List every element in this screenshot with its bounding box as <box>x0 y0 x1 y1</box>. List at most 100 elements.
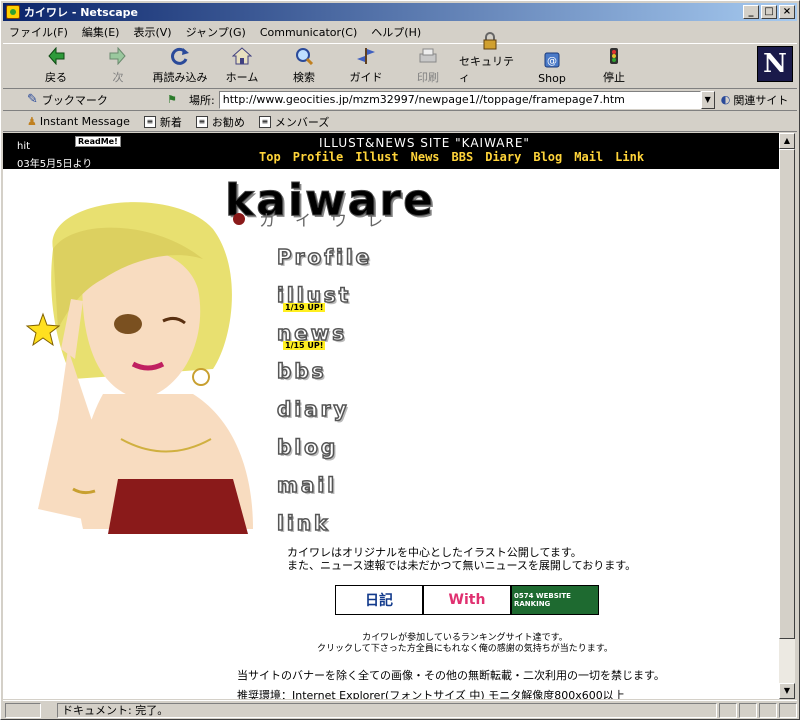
back-arrow-icon <box>45 46 67 66</box>
menu-go[interactable]: ジャンプ(G) <box>186 24 246 40</box>
component-bar-icon[interactable] <box>759 702 777 718</box>
page-icon: ≡ <box>143 115 156 128</box>
bookmarks-button[interactable]: ✎ ブックマーク <box>27 92 167 108</box>
stop-button[interactable]: 停止 <box>583 44 645 88</box>
maximize-button[interactable]: □ <box>761 5 777 19</box>
menu-mail[interactable]: mail <box>276 472 372 511</box>
location-bar: ✎ ブックマーク ⚑ 場所: http://www.geocities.jp/m… <box>3 89 797 111</box>
search-icon <box>293 46 315 66</box>
personal-toolbar: ♟ Instant Message ≡ 新着 ≡ お勧め ≡ メンバーズ <box>3 112 797 132</box>
security-status-icon[interactable] <box>719 702 737 718</box>
menu-view[interactable]: 表示(V) <box>133 24 171 40</box>
svg-text:@: @ <box>547 56 557 67</box>
navigation-toolbar: 戻る 次 再読み込み ホーム 検索 ガイド 印刷 セキュリティ @ Shop 停… <box>3 32 797 89</box>
site-title: ILLUST&NEWS SITE "KAIWARE" <box>319 136 530 150</box>
print-button[interactable]: 印刷 <box>397 44 459 88</box>
search-button[interactable]: 検索 <box>273 44 335 88</box>
forward-arrow-icon <box>107 46 129 66</box>
scroll-up-button[interactable]: ▲ <box>779 133 795 149</box>
whats-new-link[interactable]: ≡ 新着 <box>143 114 182 130</box>
menu-link[interactable]: link <box>276 510 372 549</box>
vertical-scrollbar[interactable]: ▲ ▼ <box>779 133 795 699</box>
nav-news[interactable]: News <box>411 150 440 164</box>
menu-file[interactable]: ファイル(F) <box>9 24 68 40</box>
printer-icon <box>417 46 439 66</box>
menu-help[interactable]: ヘルプ(H) <box>371 24 421 40</box>
connection-icon <box>5 702 41 718</box>
page-content: hit ReadMe! 03年5月5日より ILLUST&NEWS SITE "… <box>3 133 779 699</box>
intro-line-1: カイワレはオリジナルを中心としたイラスト公開してます。 <box>287 546 582 559</box>
back-button[interactable]: 戻る <box>25 44 87 88</box>
guide-button[interactable]: ガイド <box>335 44 397 88</box>
counter-since: 03年5月5日より <box>17 159 93 170</box>
ranking-note-line-1: カイワレが参加しているランキングサイト達です。 <box>362 633 568 643</box>
nav-profile[interactable]: Profile <box>293 150 344 164</box>
menu-communicator[interactable]: Communicator(C) <box>260 26 357 39</box>
url-dropdown-button[interactable]: ▼ <box>700 90 715 109</box>
recommended-link[interactable]: ≡ お勧め <box>195 114 245 130</box>
site-intro: カイワレはオリジナルを中心としたイラスト公開してます。 また、ニュース速報では未… <box>287 546 636 572</box>
nav-diary[interactable]: Diary <box>485 150 521 164</box>
nav-top[interactable]: Top <box>259 150 281 164</box>
minimize-button[interactable]: _ <box>743 5 759 19</box>
with-ranking-banner[interactable]: With <box>423 585 511 615</box>
scroll-thumb[interactable] <box>779 149 795 639</box>
reload-icon <box>169 46 191 66</box>
ranking-note: カイワレが参加しているランキングサイト達です。 クリックして下さった方全員にもれ… <box>317 633 613 655</box>
status-bar: ドキュメント: 完了。 <box>3 700 797 719</box>
diary-ranking-banner[interactable]: 日記 <box>335 585 423 615</box>
readme-link[interactable]: ReadMe! <box>75 136 121 147</box>
forward-button[interactable]: 次 <box>87 44 149 88</box>
home-button[interactable]: ホーム <box>211 44 273 88</box>
ranking-banners: 日記 With 0574 WEBSITE RANKING <box>335 585 599 615</box>
page-icon: ≡ <box>195 115 208 128</box>
menu-profile[interactable]: Profile <box>276 244 372 283</box>
nav-illust[interactable]: Illust <box>355 150 398 164</box>
ranking-note-line-2: クリックして下さった方全員にもれなく俺の感謝の気持ちが当たります。 <box>317 644 613 654</box>
menu-bar: ファイル(F) 編集(E) 表示(V) ジャンプ(G) Communicator… <box>3 22 797 42</box>
page-proxy-icon[interactable]: ⚑ <box>167 93 183 106</box>
status-text: ドキュメント: 完了。 <box>57 702 717 718</box>
nav-mail[interactable]: Mail <box>574 150 603 164</box>
hit-counter-label: hit <box>17 141 31 152</box>
location-label: 場所: <box>189 93 215 107</box>
header-frame: hit ReadMe! 03年5月5日より ILLUST&NEWS SITE "… <box>3 133 779 170</box>
title-bar: カイワレ - Netscape _ □ × <box>3 3 797 21</box>
site-logo-kana: カイワレ <box>259 211 404 230</box>
stop-icon <box>603 46 625 66</box>
url-field[interactable]: http://www.geocities.jp/mzm32997/newpage… <box>218 90 701 109</box>
site-nav: Top Profile Illust News BBS Diary Blog M… <box>259 150 656 164</box>
menu-bbs[interactable]: bbs <box>276 358 372 397</box>
security-button[interactable]: セキュリティ <box>459 32 521 88</box>
website-ranking-banner[interactable]: 0574 WEBSITE RANKING <box>511 585 599 615</box>
recommended-environment: 推奨環境：Internet Explorer(フォントサイズ 中) モニタ解像度… <box>237 689 625 699</box>
netscape-logo[interactable]: N <box>757 46 793 82</box>
nav-blog[interactable]: Blog <box>533 150 562 164</box>
menu-news[interactable]: news 1/15 UP! <box>276 320 372 359</box>
nav-link[interactable]: Link <box>615 150 644 164</box>
person-icon: ♟ <box>27 115 37 128</box>
members-link[interactable]: ≡ メンバーズ <box>258 114 329 130</box>
shop-button[interactable]: @ Shop <box>521 44 583 88</box>
scroll-down-button[interactable]: ▼ <box>779 683 795 699</box>
close-button[interactable]: × <box>779 5 795 19</box>
related-sites-icon: ◐ <box>720 93 731 106</box>
update-badge: 1/15 UP! <box>283 341 326 350</box>
nav-bbs[interactable]: BBS <box>452 150 474 164</box>
lock-icon <box>479 32 501 50</box>
illust-menu: Profile illust 1/19 UP! news 1/15 UP! bbs … <box>276 244 372 549</box>
mail-status-icon[interactable] <box>739 702 757 718</box>
menu-diary[interactable]: diary <box>276 396 372 435</box>
related-sites-button[interactable]: 関連サイト <box>733 92 788 108</box>
menu-blog[interactable]: blog <box>276 434 372 473</box>
reload-button[interactable]: 再読み込み <box>149 44 211 88</box>
character-illustration <box>25 202 253 534</box>
guide-icon <box>355 46 377 66</box>
page-icon: ≡ <box>258 115 271 128</box>
menu-illust[interactable]: illust 1/19 UP! <box>276 282 372 321</box>
main-frame: kaiware カイワレ Profile illust 1/19 UP! new… <box>3 169 779 699</box>
menu-edit[interactable]: 編集(E) <box>82 24 120 40</box>
instant-message-link[interactable]: ♟ Instant Message <box>27 115 130 128</box>
browser-window: カイワレ - Netscape _ □ × ファイル(F) 編集(E) 表示(V… <box>0 0 800 720</box>
composer-icon[interactable] <box>779 702 797 718</box>
